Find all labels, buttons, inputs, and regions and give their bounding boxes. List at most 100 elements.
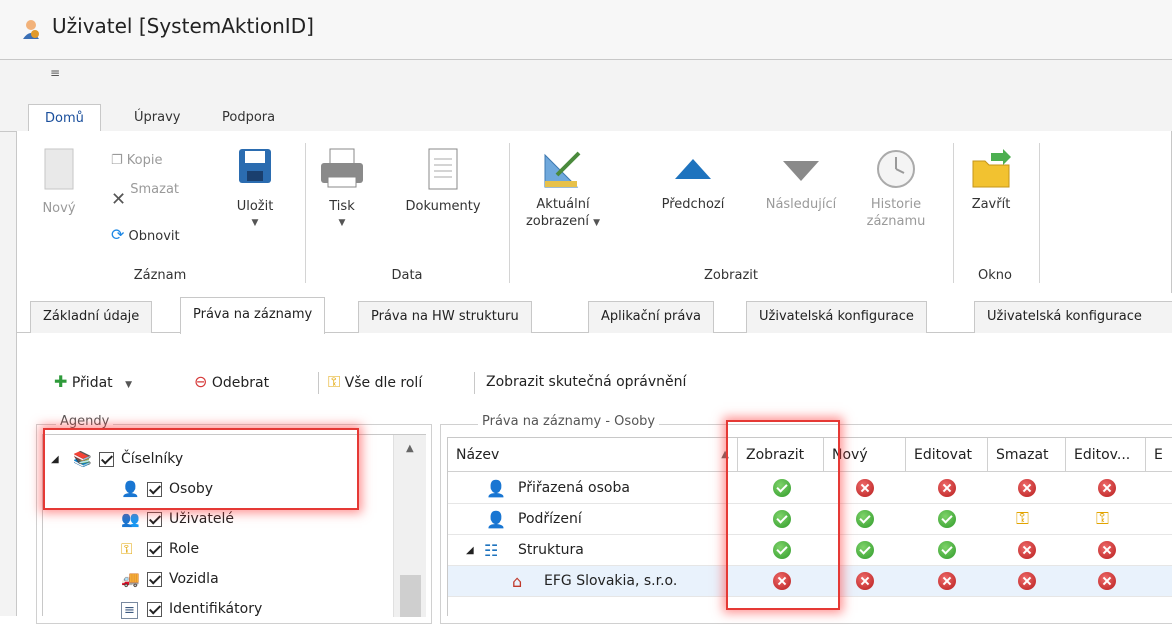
remove-document-icon: ⊖ [194,372,208,391]
tab-prava-na-zaznamy[interactable]: Práva na záznamy [180,297,326,334]
group-separator [1039,143,1040,283]
status-denied-icon[interactable] [1018,479,1036,497]
show-actual-rights-button[interactable]: Zobrazit skutečná oprávnění [486,362,686,402]
scroll-thumb[interactable] [400,575,421,617]
tab-domu[interactable]: Domů [28,104,101,133]
save-label: Uložit [236,199,274,214]
person-icon: 👤 [486,510,506,529]
add-button[interactable]: ✚ Přidat ▼ [54,362,132,402]
checkbox-vozidla[interactable] [147,572,162,587]
remove-label: Odebrat [211,375,270,391]
status-denied-icon[interactable] [856,479,874,497]
row-name: EFG Slovakia, s.r.o. [544,573,678,589]
toolbar-separator [474,372,475,394]
group-separator [953,143,954,283]
prava-legend: Práva na záznamy - Osoby [478,414,660,429]
tree-item-identifikatory[interactable]: ≡ Identifikátory [43,595,393,625]
close-icon: ✕ [111,189,127,210]
column-header-smazat[interactable]: Smazat [988,438,1066,472]
status-allowed-icon[interactable] [856,541,874,559]
status-denied-icon[interactable] [1018,572,1036,590]
add-label: Přidat [71,375,113,391]
close-button[interactable]: Zavřít [961,147,1021,213]
column-header-editovat[interactable]: Editovat [906,438,988,472]
status-denied-icon[interactable] [938,572,956,590]
chevron-down-icon: ▼ [125,380,133,390]
key-shield-icon: ⚿ [121,540,133,558]
copy-label: Kopie [126,153,163,168]
arrow-down-icon [783,161,819,181]
highlight-box-zobrazit [726,420,840,610]
next-label: Následující [765,197,837,212]
copy-button[interactable]: ❐ Kopie [111,153,163,168]
group-separator [509,143,510,283]
previous-button[interactable]: Předchozí [653,147,733,213]
ribbon-tabs: Domů Úpravy Podpora [0,96,1172,133]
remove-button[interactable]: ⊖ Odebrat [194,362,269,402]
checkbox-identifikatory[interactable] [147,602,162,617]
documents-button[interactable]: Dokumenty [393,147,493,215]
tree-label: Identifikátory [169,601,263,617]
copy-icon: ❐ [111,153,123,168]
key-shield-icon[interactable]: ⚿ [1096,510,1114,528]
chevron-up-icon[interactable]: ▲ [406,443,414,454]
current-view-button[interactable]: Aktuální zobrazení ▼ [513,147,613,232]
group-separator [305,143,306,283]
tab-aplikacni-prava[interactable]: Aplikační práva [588,301,714,333]
add-document-icon: ✚ [54,372,68,391]
column-header-e[interactable]: E [1146,438,1172,472]
tree-item-role[interactable]: ⚿ Role [43,535,393,565]
print-button[interactable]: Tisk ▼ [317,147,367,232]
new-button[interactable]: Nový [37,147,81,217]
document-icon [428,148,458,190]
all-by-roles-button[interactable]: ⚿ Vše dle rolí [328,362,422,402]
row-name: Přiřazená osoba [518,480,630,496]
ribbon-panel: Nový ❐ Kopie ✕ Smazat ⟳ Obnovit Uložit ▼… [16,131,1172,293]
tab-prava-hw[interactable]: Práva na HW strukturu [358,301,532,333]
collapse-arrow-icon[interactable]: ◢ [466,535,474,566]
new-document-icon [44,148,74,190]
customize-qat-button[interactable]: ≡ [50,66,60,80]
tree-label: Vozidla [169,571,219,587]
status-denied-icon[interactable] [1098,479,1116,497]
key-shield-icon: ⚿ [328,372,341,391]
print-label: Tisk [329,199,355,214]
clock-icon [877,150,915,188]
status-denied-icon[interactable] [1098,572,1116,590]
status-denied-icon[interactable] [1098,541,1116,559]
save-button[interactable]: Uložit ▼ [233,147,277,232]
application-window: Uživatel [SystemAktionID] ≡ Domů Úpravy … [0,0,1172,624]
page-tabs: Základní údaje Práva na záznamy Práva na… [16,297,1172,334]
agendy-legend: Agendy [56,414,114,429]
next-button[interactable]: Následující [753,147,849,213]
refresh-icon: ⟳ [111,225,125,244]
toolbar-separator [318,372,319,394]
column-header-nazev[interactable]: Název ▲ [448,438,738,472]
key-shield-icon[interactable]: ⚿ [1016,510,1034,528]
refresh-button[interactable]: ⟳ Obnovit [111,225,180,244]
status-denied-icon[interactable] [1018,541,1036,559]
status-denied-icon[interactable] [938,479,956,497]
tab-zakladni-udaje[interactable]: Základní údaje [30,301,153,333]
tree-label: Role [169,541,200,557]
status-allowed-icon[interactable] [938,510,956,528]
status-allowed-icon[interactable] [938,541,956,559]
users-icon: 👥 [121,510,140,528]
truck-icon: 🚚 [121,570,140,588]
tree-scrollbar[interactable]: ▲ [393,435,426,617]
checkbox-uzivatele[interactable] [147,512,162,527]
history-button[interactable]: Historie záznamu [861,147,931,230]
tab-uzivatelska-konfigurace-2[interactable]: Uživatelská konfigurace [974,301,1172,333]
row-name: Struktura [518,542,584,558]
status-denied-icon[interactable] [856,572,874,590]
column-header-editov[interactable]: Editov... [1066,438,1146,472]
checkbox-role[interactable] [147,542,162,557]
status-allowed-icon[interactable] [856,510,874,528]
delete-button[interactable]: ✕ Smazat [111,182,179,210]
tab-upravy[interactable]: Úpravy [118,104,196,132]
tab-uzivatelska-konfigurace[interactable]: Uživatelská konfigurace [746,301,927,333]
new-label: Nový [42,201,76,216]
tree-item-vozidla[interactable]: 🚚 Vozidla [43,565,393,595]
tab-podpora[interactable]: Podpora [206,104,291,132]
group-zaznam-label: Záznam [133,268,187,283]
